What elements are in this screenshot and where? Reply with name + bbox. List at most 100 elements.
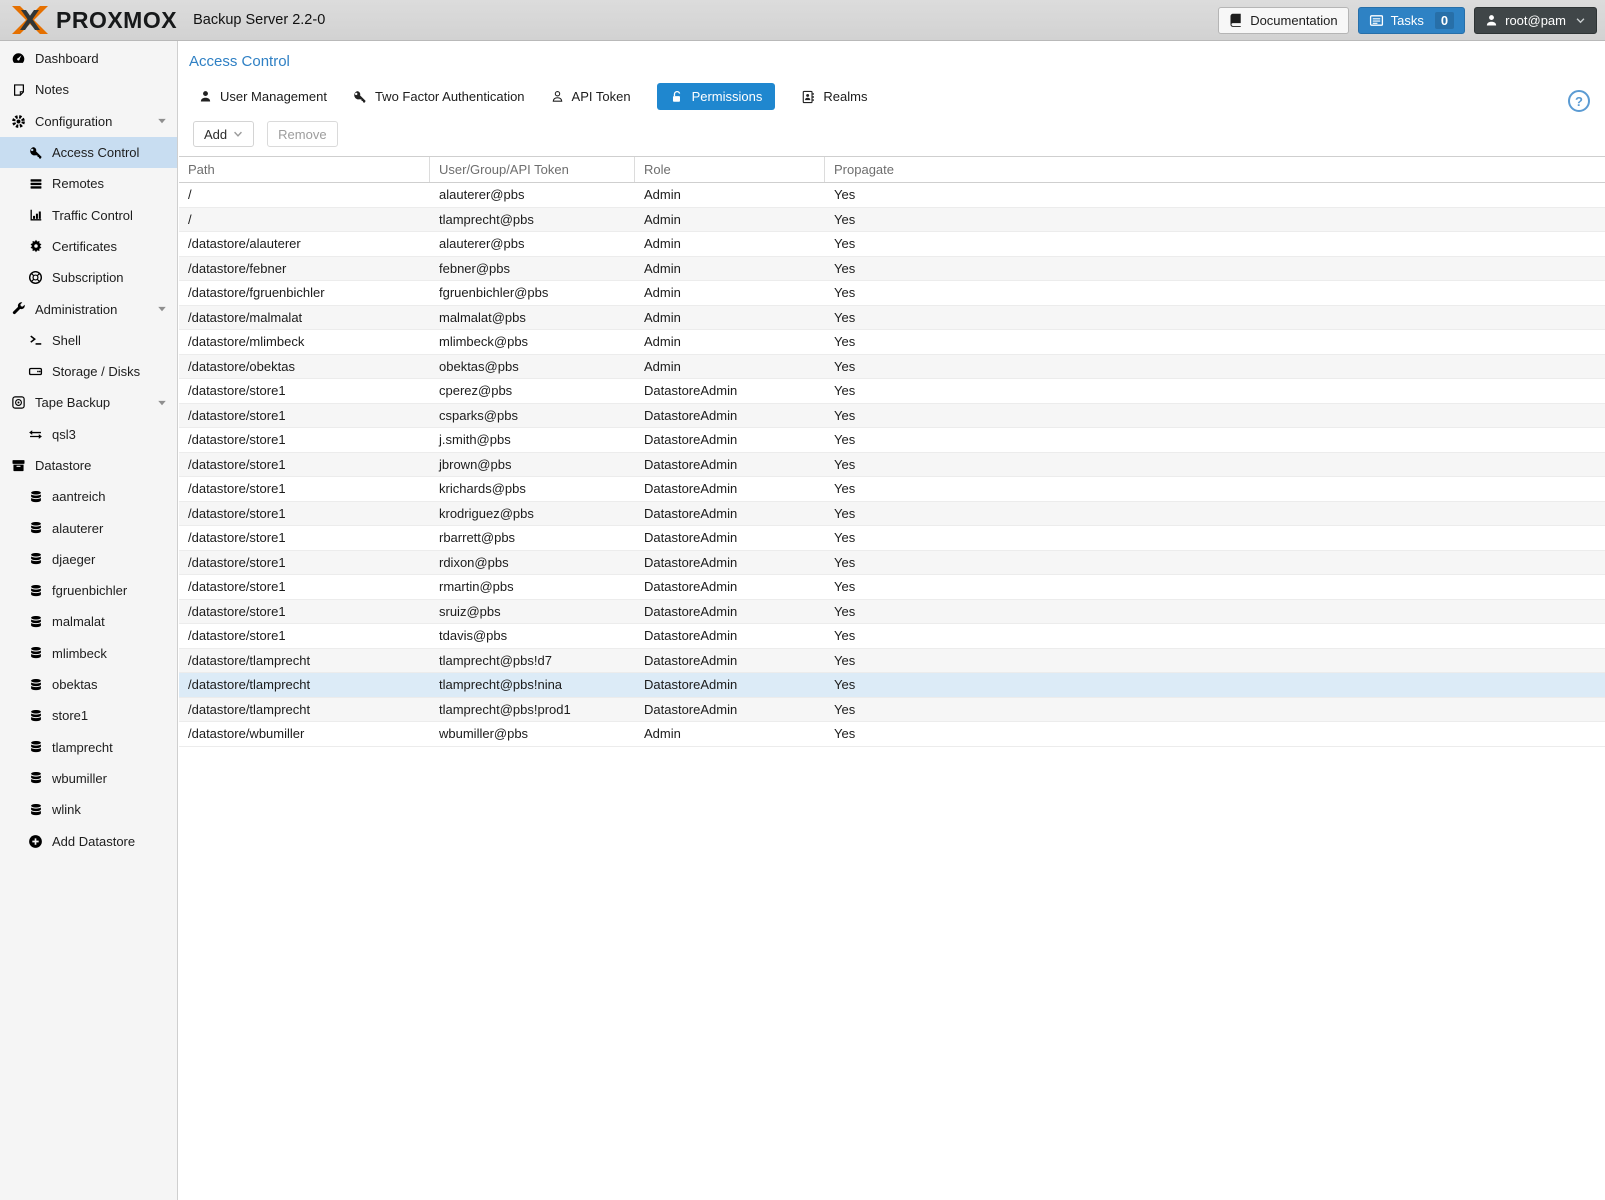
sidebar-item-label: Remotes	[52, 176, 104, 191]
column-header-propagate[interactable]: Propagate	[825, 157, 1605, 182]
table-row[interactable]: /datastore/store1tdavis@pbsDatastoreAdmi…	[179, 624, 1605, 649]
sidebar-item-datastore[interactable]: Datastore	[0, 450, 177, 481]
sidebar-item-label: wbumiller	[52, 771, 107, 786]
caret-down-icon[interactable]	[157, 116, 167, 126]
cell-role: DatastoreAdmin	[635, 379, 825, 403]
table-row[interactable]: /datastore/store1jbrown@pbsDatastoreAdmi…	[179, 453, 1605, 478]
table-row[interactable]: /datastore/alautereralauterer@pbsAdminYe…	[179, 232, 1605, 257]
sidebar-item-mlimbeck[interactable]: mlimbeck	[0, 638, 177, 669]
cell-propagate: Yes	[825, 306, 1605, 330]
traffic-chart-icon	[26, 208, 45, 222]
archive-icon	[9, 458, 28, 473]
cell-role: DatastoreAdmin	[635, 477, 825, 501]
cell-path: /datastore/store1	[179, 575, 430, 599]
sidebar-item-qsl3[interactable]: qsl3	[0, 419, 177, 450]
table-row[interactable]: /datastore/store1krodriguez@pbsDatastore…	[179, 502, 1605, 527]
table-row[interactable]: /datastore/wbumillerwbumiller@pbsAdminYe…	[179, 722, 1605, 747]
tab-two-factor-authentication[interactable]: Two Factor Authentication	[353, 83, 525, 110]
sidebar-item-tape-backup[interactable]: Tape Backup	[0, 387, 177, 418]
table-row[interactable]: /datastore/febnerfebner@pbsAdminYes	[179, 257, 1605, 282]
table-row[interactable]: /datastore/store1rmartin@pbsDatastoreAdm…	[179, 575, 1605, 600]
column-header-role[interactable]: Role	[635, 157, 825, 182]
sidebar-item-shell[interactable]: Shell	[0, 325, 177, 356]
sidebar-item-notes[interactable]: Notes	[0, 74, 177, 105]
remove-button[interactable]: Remove	[267, 121, 337, 147]
sidebar-item-subscription[interactable]: Subscription	[0, 262, 177, 293]
table-row[interactable]: /datastore/store1rbarrett@pbsDatastoreAd…	[179, 526, 1605, 551]
tab-api-token[interactable]: API Token	[551, 83, 631, 110]
table-row[interactable]: /alauterer@pbsAdminYes	[179, 183, 1605, 208]
help-icon[interactable]: ?	[1568, 90, 1590, 112]
cell-user: wbumiller@pbs	[430, 722, 635, 746]
remove-button-label: Remove	[278, 127, 326, 142]
sidebar-item-malmalat[interactable]: malmalat	[0, 606, 177, 637]
table-row[interactable]: /datastore/tlamprechttlamprecht@pbs!nina…	[179, 673, 1605, 698]
sidebar-item-djaeger[interactable]: djaeger	[0, 544, 177, 575]
sidebar-item-remotes[interactable]: Remotes	[0, 168, 177, 199]
sidebar-item-configuration[interactable]: Configuration	[0, 106, 177, 137]
sidebar-item-add-datastore[interactable]: Add Datastore	[0, 825, 177, 856]
sidebar-item-label: alauterer	[52, 521, 103, 536]
database-icon	[26, 771, 45, 785]
sidebar-item-wbumiller[interactable]: wbumiller	[0, 763, 177, 794]
sidebar-item-store1[interactable]: store1	[0, 700, 177, 731]
caret-down-icon[interactable]	[157, 304, 167, 314]
cell-role: DatastoreAdmin	[635, 673, 825, 697]
table-row[interactable]: /datastore/store1csparks@pbsDatastoreAdm…	[179, 404, 1605, 429]
key-icon	[353, 90, 367, 104]
column-header-path[interactable]: Path	[179, 157, 430, 182]
sidebar-item-storage-disks[interactable]: Storage / Disks	[0, 356, 177, 387]
table-row[interactable]: /datastore/malmalatmalmalat@pbsAdminYes	[179, 306, 1605, 331]
user-menu-button[interactable]: root@pam	[1474, 7, 1597, 34]
tasks-button[interactable]: Tasks 0	[1358, 7, 1465, 34]
cell-propagate: Yes	[825, 208, 1605, 232]
sidebar-item-certificates[interactable]: Certificates	[0, 231, 177, 262]
cell-path: /datastore/tlamprecht	[179, 698, 430, 722]
sidebar-item-administration[interactable]: Administration	[0, 293, 177, 324]
tab-realms[interactable]: Realms	[801, 83, 867, 110]
table-row[interactable]: /datastore/mlimbeckmlimbeck@pbsAdminYes	[179, 330, 1605, 355]
sidebar-item-tlamprecht[interactable]: tlamprecht	[0, 732, 177, 763]
sidebar-item-label: Storage / Disks	[52, 364, 140, 379]
cell-path: /datastore/tlamprecht	[179, 673, 430, 697]
table-row[interactable]: /datastore/fgruenbichlerfgruenbichler@pb…	[179, 281, 1605, 306]
table-row[interactable]: /datastore/store1sruiz@pbsDatastoreAdmin…	[179, 600, 1605, 625]
table-row[interactable]: /datastore/obektasobektas@pbsAdminYes	[179, 355, 1605, 380]
caret-down-icon[interactable]	[157, 398, 167, 408]
table-row[interactable]: /datastore/store1krichards@pbsDatastoreA…	[179, 477, 1605, 502]
table-row[interactable]: /datastore/store1cperez@pbsDatastoreAdmi…	[179, 379, 1605, 404]
sidebar-item-access-control[interactable]: Access Control	[0, 137, 177, 168]
table-row[interactable]: /datastore/store1j.smith@pbsDatastoreAdm…	[179, 428, 1605, 453]
cell-role: DatastoreAdmin	[635, 453, 825, 477]
cell-propagate: Yes	[825, 379, 1605, 403]
cell-propagate: Yes	[825, 232, 1605, 256]
table-row[interactable]: /datastore/store1rdixon@pbsDatastoreAdmi…	[179, 551, 1605, 576]
column-header-user-group-api-token[interactable]: User/Group/API Token	[430, 157, 635, 182]
sidebar-item-label: qsl3	[52, 427, 76, 442]
cell-role: DatastoreAdmin	[635, 404, 825, 428]
sidebar-item-fgruenbichler[interactable]: fgruenbichler	[0, 575, 177, 606]
tab-user-management[interactable]: User Management	[199, 83, 327, 110]
sidebar-item-alauterer[interactable]: alauterer	[0, 512, 177, 543]
table-row[interactable]: /tlamprecht@pbsAdminYes	[179, 208, 1605, 233]
cell-user: tdavis@pbs	[430, 624, 635, 648]
book-icon	[1229, 13, 1243, 27]
sidebar-item-obektas[interactable]: obektas	[0, 669, 177, 700]
table-row[interactable]: /datastore/tlamprechttlamprecht@pbs!d7Da…	[179, 649, 1605, 674]
sidebar-item-traffic-control[interactable]: Traffic Control	[0, 199, 177, 230]
add-button[interactable]: Add	[193, 121, 254, 147]
cell-role: Admin	[635, 355, 825, 379]
cell-propagate: Yes	[825, 502, 1605, 526]
sidebar-item-wlink[interactable]: wlink	[0, 794, 177, 825]
documentation-button[interactable]: Documentation	[1218, 7, 1348, 34]
database-icon	[26, 678, 45, 692]
tab-label: API Token	[572, 89, 631, 104]
cell-role: DatastoreAdmin	[635, 502, 825, 526]
sidebar-item-aantreich[interactable]: aantreich	[0, 481, 177, 512]
proxmox-x-logo-icon	[10, 5, 50, 35]
grid-body: /alauterer@pbsAdminYes/tlamprecht@pbsAdm…	[179, 183, 1605, 747]
sidebar-item-label: malmalat	[52, 614, 105, 629]
tab-permissions[interactable]: Permissions	[657, 83, 776, 110]
table-row[interactable]: /datastore/tlamprechttlamprecht@pbs!prod…	[179, 698, 1605, 723]
sidebar-item-dashboard[interactable]: Dashboard	[0, 43, 177, 74]
